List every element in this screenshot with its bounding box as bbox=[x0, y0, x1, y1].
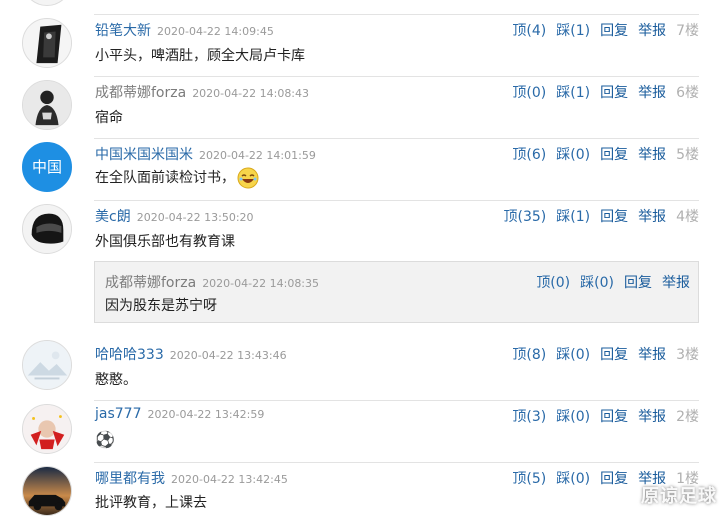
report-button[interactable]: 举报 bbox=[638, 23, 666, 39]
downvote-button[interactable]: 踩(0) bbox=[556, 471, 590, 487]
comment-text: ⚽ bbox=[95, 430, 115, 449]
downvote-button[interactable]: 踩(0) bbox=[580, 275, 614, 291]
report-button[interactable]: 举报 bbox=[638, 347, 666, 363]
nested-reply: 成都蒂娜forza 2020-04-22 14:08:35 顶(0) 踩(0) 回复举… bbox=[94, 261, 699, 323]
downvote-button[interactable]: 踩(0) bbox=[556, 147, 590, 163]
username-link[interactable]: 成都蒂娜forza bbox=[105, 275, 196, 291]
divider bbox=[94, 200, 699, 201]
comment-text: 在全队面前读检讨书， bbox=[95, 170, 235, 186]
avatar[interactable] bbox=[22, 80, 72, 130]
reply-button[interactable]: 回复 bbox=[600, 409, 628, 425]
avatar[interactable] bbox=[22, 18, 72, 68]
downvote-button[interactable]: 踩(1) bbox=[556, 85, 590, 101]
username-link[interactable]: 铅笔大新 bbox=[95, 23, 151, 39]
reply-button[interactable]: 回复 bbox=[624, 275, 652, 291]
downvote-button[interactable]: 踩(1) bbox=[556, 209, 590, 225]
report-button[interactable]: 举报 bbox=[638, 409, 666, 425]
upvote-button[interactable]: 顶(0) bbox=[512, 85, 546, 101]
comment-text: 外国俱乐部也有教育课 bbox=[95, 234, 235, 250]
username-link[interactable]: 哈哈哈333 bbox=[95, 347, 164, 363]
upvote-button[interactable]: 顶(35) bbox=[503, 209, 546, 225]
comment-item: 成都蒂娜forza 2020-04-22 14:08:43 顶(0) 踩(1) 回复举… bbox=[0, 76, 727, 138]
reply-button[interactable]: 回复 bbox=[600, 471, 628, 487]
comment-text: 憨憨。 bbox=[95, 372, 137, 388]
divider bbox=[94, 400, 699, 401]
comment-time: 2020-04-22 14:08:43 bbox=[192, 87, 310, 100]
username-link[interactable]: jas777 bbox=[95, 406, 141, 422]
reply-button[interactable]: 回复 bbox=[600, 147, 628, 163]
avatar[interactable] bbox=[22, 466, 72, 516]
report-button[interactable]: 举报 bbox=[662, 275, 690, 291]
avatar[interactable]: 中国 bbox=[22, 142, 72, 192]
floor-number: 4楼 bbox=[676, 209, 699, 225]
report-button[interactable]: 举报 bbox=[638, 147, 666, 163]
avatar[interactable] bbox=[22, 404, 72, 454]
comment-item: 哪里都有我 2020-04-22 13:42:45 顶(5) 踩(0) 回复 举报 1楼 … bbox=[0, 462, 727, 522]
watermark: 原谅足球 bbox=[641, 486, 717, 507]
comment-time: 2020-04-22 13:50:20 bbox=[136, 211, 254, 224]
divider bbox=[94, 14, 699, 15]
floor-number: 5楼 bbox=[676, 147, 699, 163]
comment-time: 2020-04-22 14:08:35 bbox=[202, 277, 320, 290]
downvote-button[interactable]: 踩(0) bbox=[556, 409, 590, 425]
username-link[interactable]: 中国米国米国米 bbox=[95, 147, 193, 163]
floor-number: 2楼 bbox=[676, 409, 699, 425]
comment-time: 2020-04-22 14:01:59 bbox=[199, 149, 316, 162]
comment-item: 铅笔大新 2020-04-22 14:09:45 顶(4) 踩(1) 回复 举报 7楼 小… bbox=[0, 14, 727, 76]
comment-item: 中国 中国米国米国米 2020-04-22 14:01:59 顶(6) 踩(0) 回复… bbox=[0, 138, 727, 200]
comment-text: 宿命 bbox=[95, 110, 123, 126]
avatar[interactable] bbox=[22, 0, 72, 6]
username-link[interactable]: 美c朗 bbox=[95, 209, 131, 225]
comment-item: 哈哈哈333 2020-04-22 13:43:46 顶(8) 踩(0) 回复 举报 3楼… bbox=[0, 338, 727, 400]
downvote-button[interactable]: 踩(0) bbox=[556, 347, 590, 363]
laughing-emoji-icon bbox=[237, 167, 259, 189]
avatar-text: 中国 bbox=[31, 158, 62, 176]
report-button[interactable]: 举报 bbox=[638, 209, 666, 225]
comment-time: 2020-04-22 13:43:46 bbox=[169, 349, 287, 362]
comment-time: 2020-04-22 14:09:45 bbox=[157, 25, 274, 38]
avatar[interactable] bbox=[22, 340, 72, 390]
upvote-button[interactable]: 顶(0) bbox=[536, 275, 570, 291]
reply-button[interactable]: 回复 bbox=[600, 85, 628, 101]
username-link[interactable]: 哪里都有我 bbox=[95, 471, 165, 487]
avatar[interactable] bbox=[22, 204, 72, 254]
downvote-button[interactable]: 踩(1) bbox=[556, 23, 590, 39]
divider bbox=[94, 76, 699, 77]
divider bbox=[94, 138, 699, 139]
reply-button[interactable]: 回复 bbox=[600, 209, 628, 225]
reply-button[interactable]: 回复 bbox=[600, 23, 628, 39]
floor-number: 7楼 bbox=[676, 23, 699, 39]
username-link[interactable]: 成都蒂娜forza bbox=[95, 85, 186, 101]
report-button[interactable]: 举报 bbox=[638, 85, 666, 101]
divider bbox=[94, 462, 699, 463]
upvote-button[interactable]: 顶(6) bbox=[512, 147, 546, 163]
comment-text: 批评教育，上课去 bbox=[95, 495, 207, 511]
floor-number: 6楼 bbox=[676, 85, 699, 101]
upvote-button[interactable]: 顶(8) bbox=[512, 347, 546, 363]
reply-button[interactable]: 回复 bbox=[600, 347, 628, 363]
floor-number: 3楼 bbox=[676, 347, 699, 363]
comment-item: jas777 2020-04-22 13:42:59 顶(3) 踩(0) 回复 举报 2楼… bbox=[0, 400, 727, 462]
upvote-button[interactable]: 顶(3) bbox=[512, 409, 546, 425]
comment-text: 因为股东是苏宁呀 bbox=[105, 298, 217, 314]
comment-text: 小平头，啤酒肚，顾全大局卢卡库 bbox=[95, 48, 305, 64]
comment-time: 2020-04-22 13:42:59 bbox=[147, 408, 265, 421]
comment-time: 2020-04-22 13:42:45 bbox=[171, 473, 288, 486]
upvote-button[interactable]: 顶(5) bbox=[512, 471, 546, 487]
upvote-button[interactable]: 顶(4) bbox=[512, 23, 546, 39]
